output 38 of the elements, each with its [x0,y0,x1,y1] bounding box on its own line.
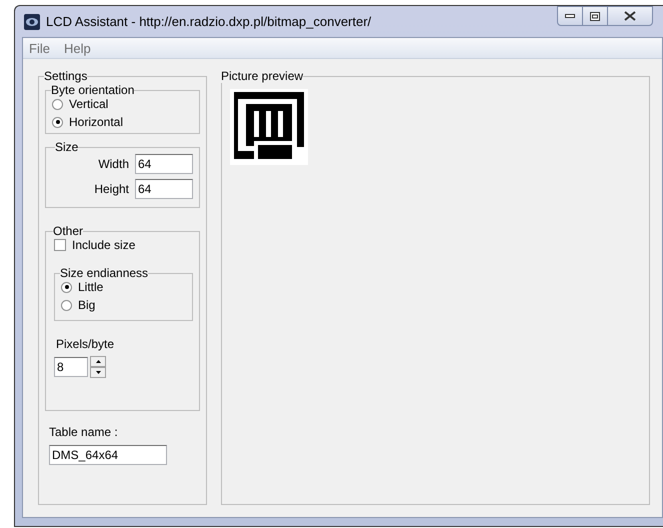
input-field[interactable]: 64 [135,179,193,199]
menu-item[interactable]: Help [60,40,95,56]
radio-option[interactable]: Vertical [52,97,193,111]
radio-option[interactable]: Little [61,280,186,294]
group-title: Picture preview [221,69,304,83]
group-title: Size [55,140,78,154]
field-label: Pixels/byte [55,337,116,351]
spin-down-button[interactable] [90,367,106,378]
radio-indicator[interactable] [52,98,63,110]
spin-up-button[interactable] [90,356,106,367]
radio-option[interactable]: Horizontal [52,115,193,129]
down-arrow-icon [96,371,100,374]
group-title: Byte orientation [51,83,134,97]
up-arrow-icon [96,360,100,363]
menu-item[interactable]: File [25,40,54,56]
close-button[interactable] [607,6,653,26]
input-field[interactable]: DMS_64x64 [49,445,167,465]
radio-option[interactable]: Big [61,298,186,312]
maximize-button[interactable] [582,6,608,26]
close-icon [624,11,636,21]
maximize-icon [590,12,600,20]
checkbox-indicator[interactable] [54,239,66,251]
group-title: Settings [44,69,88,83]
minimize-icon [565,14,575,18]
field-label: Height [94,182,129,196]
spinner-field[interactable]: 8 [54,357,88,377]
minimize-button[interactable] [557,6,583,26]
group-title: Size endianness [60,266,148,280]
field-label: Table name : [48,425,119,439]
input-field[interactable]: 64 [135,154,193,174]
include-size-checkbox[interactable]: Include size [54,238,193,252]
window-title: LCD Assistant - http://en.radzio.dxp.pl/bitmap_converter/ [46,14,372,29]
group-title: Other [53,224,84,238]
radio-indicator[interactable] [52,116,63,128]
eye-icon [24,14,40,30]
radio-indicator[interactable] [61,300,72,310]
radio-indicator[interactable] [61,282,72,292]
field-label: Width [98,157,129,171]
